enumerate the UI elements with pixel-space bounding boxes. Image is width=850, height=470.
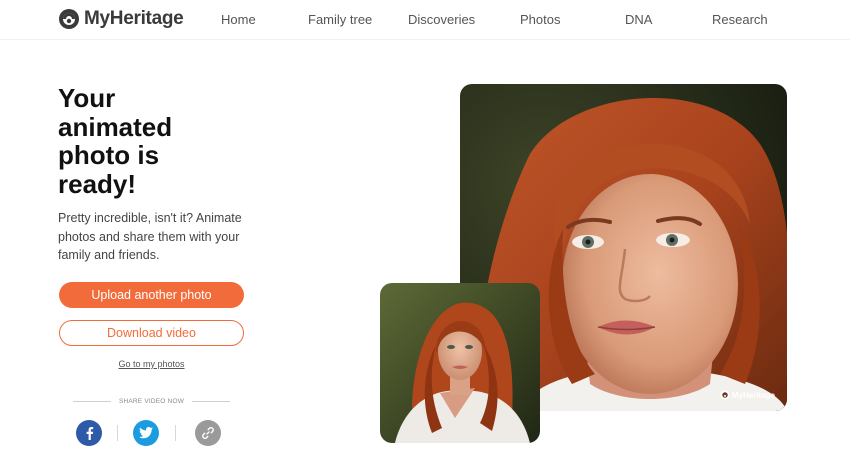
main-nav: Home Family tree Discoveries Photos DNA … [0,0,850,40]
nav-discoveries[interactable]: Discoveries [408,12,475,27]
twitter-icon [139,427,153,439]
nav-research[interactable]: Research [712,12,768,27]
divider-line-right [192,400,230,402]
watermark-text: MyHeritage [731,390,775,400]
original-portrait-image [380,283,540,443]
nav-dna[interactable]: DNA [625,12,652,27]
go-to-my-photos-link[interactable]: Go to my photos [59,359,244,369]
upload-another-photo-button[interactable]: Upload another photo [59,282,244,308]
nav-family-tree[interactable]: Family tree [308,12,372,27]
page-title: Your animated photo is ready! [58,83,173,199]
link-icon [202,427,214,439]
facebook-icon [86,427,94,440]
nav-home[interactable]: Home [221,12,256,27]
original-photo[interactable] [380,283,540,443]
social-separator [117,425,118,441]
divider-line-left [73,400,111,402]
social-separator [175,425,176,441]
page-description: Pretty incredible, isn't it? Animate pho… [58,211,242,262]
twitter-share-button[interactable] [133,420,159,446]
facebook-share-button[interactable] [76,420,102,446]
download-video-button[interactable]: Download video [59,320,244,346]
share-label: SHARE VIDEO NOW [118,397,185,405]
nav-photos[interactable]: Photos [520,12,560,27]
copy-link-button[interactable] [195,420,221,446]
watermark-logo-icon [720,390,730,400]
watermark: MyHeritage [720,390,775,400]
share-divider: SHARE VIDEO NOW [73,395,230,407]
top-header: MyHeritage Home Family tree Discoveries … [0,0,850,40]
